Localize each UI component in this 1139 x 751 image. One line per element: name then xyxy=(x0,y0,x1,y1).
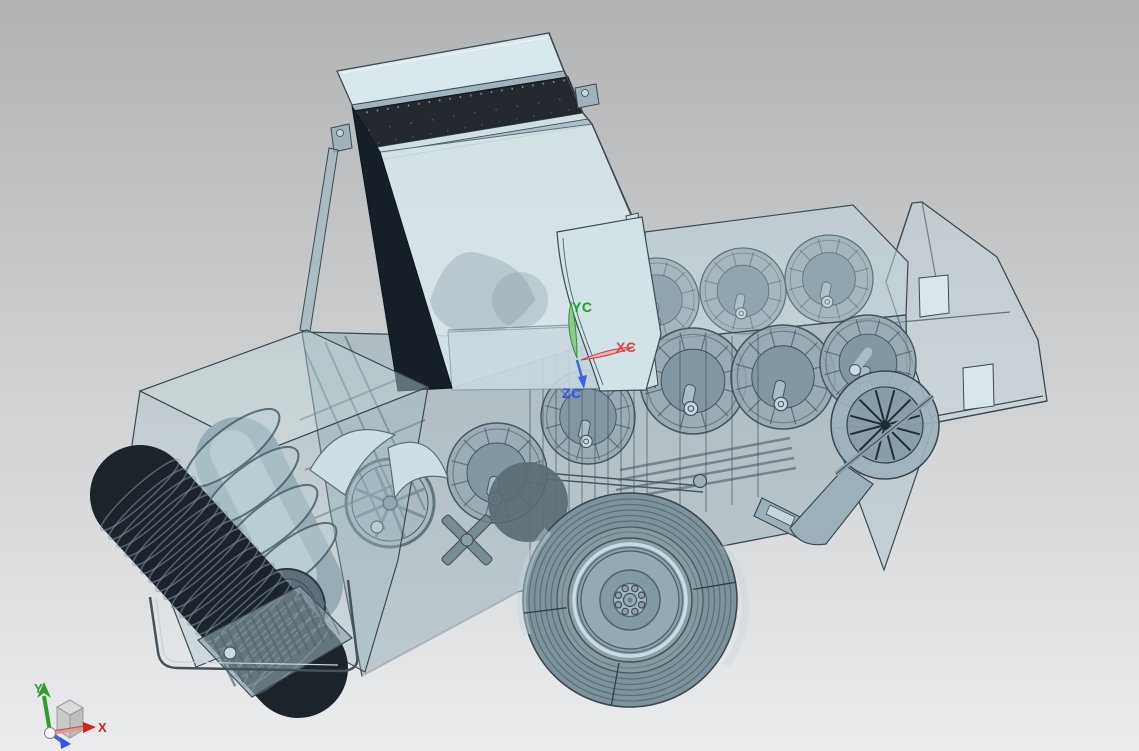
view-y-label: Y xyxy=(34,681,43,696)
wcs-z-label: ZC xyxy=(562,385,582,401)
viewport[interactable]: YC XC ZC Y X xyxy=(0,0,1139,751)
view-x-label: X xyxy=(98,720,107,735)
interior-ghost-machinery xyxy=(492,272,548,328)
threshing-drum xyxy=(699,247,787,335)
cad-viewport-canvas[interactable]: YC XC ZC Y X xyxy=(0,0,1139,751)
threshing-drum xyxy=(730,324,836,430)
threshing-drum xyxy=(784,234,874,324)
wcs-y-label: YC xyxy=(572,299,592,315)
wcs-x-label: XC xyxy=(616,339,636,355)
rear-hood-window-lower[interactable] xyxy=(962,363,995,411)
axle-bracket[interactable] xyxy=(692,473,708,489)
rear-hood-window-upper[interactable] xyxy=(918,274,950,318)
view-origin-ball[interactable] xyxy=(44,727,56,739)
tank-hinge-left[interactable] xyxy=(330,123,353,153)
